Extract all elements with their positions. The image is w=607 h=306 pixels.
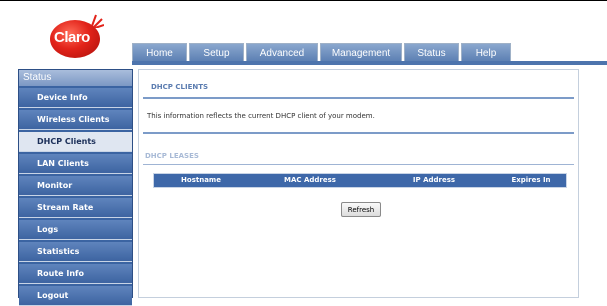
tab-management[interactable]: Management — [320, 43, 402, 62]
sidebar-item-device-info[interactable]: Device Info — [19, 88, 132, 108]
sidebar: Status Device Info Wireless Clients DHCP… — [18, 69, 133, 306]
sidebar-title: Status — [19, 70, 132, 86]
tab-setup[interactable]: Setup — [189, 43, 244, 62]
sidebar-item-stream-rate[interactable]: Stream Rate — [19, 198, 132, 218]
refresh-button[interactable]: Refresh — [341, 202, 381, 217]
leases-divider — [143, 164, 574, 165]
col-mac-address: MAC Address — [284, 176, 336, 184]
info-divider — [143, 132, 574, 134]
sidebar-item-monitor[interactable]: Monitor — [19, 176, 132, 196]
tab-advanced[interactable]: Advanced — [246, 43, 318, 62]
top-border — [0, 0, 607, 1]
nav-underline — [132, 61, 607, 65]
sidebar-item-dhcp-clients[interactable]: DHCP Clients — [19, 132, 132, 152]
col-expires-in: Expires In — [511, 176, 551, 184]
sidebar-item-wireless-clients[interactable]: Wireless Clients — [19, 110, 132, 130]
tab-status[interactable]: Status — [404, 43, 459, 62]
sidebar-item-logs[interactable]: Logs — [19, 220, 132, 240]
section-title: DHCP CLIENTS — [151, 83, 209, 91]
sidebar-item-statistics[interactable]: Statistics — [19, 242, 132, 262]
tab-help[interactable]: Help — [461, 43, 511, 62]
col-hostname: Hostname — [181, 176, 221, 184]
leases-title: DHCP LEASES — [145, 152, 199, 160]
claro-logo: Claro — [50, 14, 104, 58]
section-divider — [143, 97, 574, 99]
sidebar-item-lan-clients[interactable]: LAN Clients — [19, 154, 132, 174]
info-text: This information reflects the current DH… — [147, 112, 375, 120]
main-nav: Home Setup Advanced Management Status He… — [132, 43, 513, 62]
tab-home[interactable]: Home — [132, 43, 187, 62]
sidebar-item-logout[interactable]: Logout — [19, 286, 132, 306]
col-ip-address: IP Address — [412, 176, 456, 184]
content-panel: DHCP CLIENTS This information reflects t… — [138, 69, 579, 298]
logo-text: Claro — [54, 29, 90, 46]
sidebar-item-route-info[interactable]: Route Info — [19, 264, 132, 284]
leases-table-header: Hostname MAC Address IP Address Expires … — [153, 173, 567, 188]
logo-rays-icon — [91, 14, 104, 28]
